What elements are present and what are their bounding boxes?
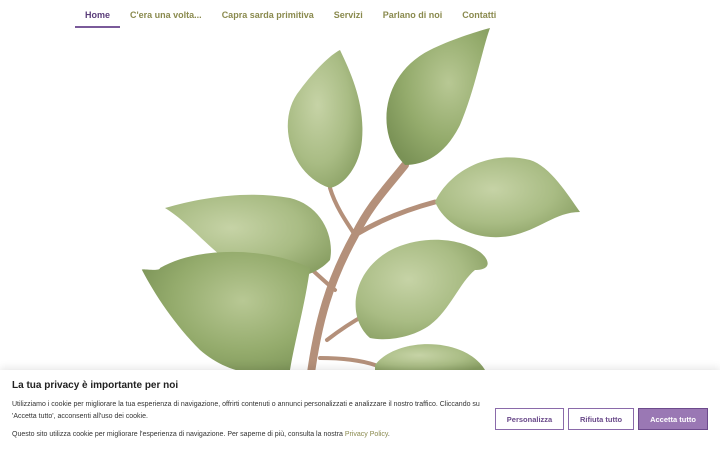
reject-all-button[interactable]: Rifiuta tutto bbox=[568, 408, 634, 430]
cookie-banner-description: Utilizziamo i cookie per migliorare la t… bbox=[12, 401, 480, 420]
accept-all-button[interactable]: Accetta tutto bbox=[638, 408, 708, 430]
nav-item-home[interactable]: Home bbox=[75, 0, 121, 30]
cookie-banner-policy-note: Questo sito utilizza cookie per migliora… bbox=[12, 431, 390, 438]
cookie-policy-note-end: . bbox=[387, 431, 390, 438]
leaf-bottom-center bbox=[375, 344, 485, 372]
leaf-top-left bbox=[287, 50, 363, 188]
leaf-right bbox=[435, 157, 580, 238]
leaf-bottom-left bbox=[141, 251, 310, 375]
cookie-banner-title: La tua privacy è importante per noi bbox=[12, 380, 179, 391]
cookie-banner: La tua privacy è importante per noi Util… bbox=[0, 370, 720, 450]
leaf-top-right bbox=[386, 28, 490, 165]
customize-button[interactable]: Personalizza bbox=[495, 408, 564, 430]
leaf-middle-right bbox=[355, 239, 488, 340]
leaf-branch-illustration bbox=[141, 28, 580, 380]
cookie-policy-note-text: Questo sito utilizza cookie per migliora… bbox=[12, 431, 345, 438]
privacy-policy-link[interactable]: Privacy Policy bbox=[345, 431, 388, 438]
leaves bbox=[141, 28, 580, 375]
